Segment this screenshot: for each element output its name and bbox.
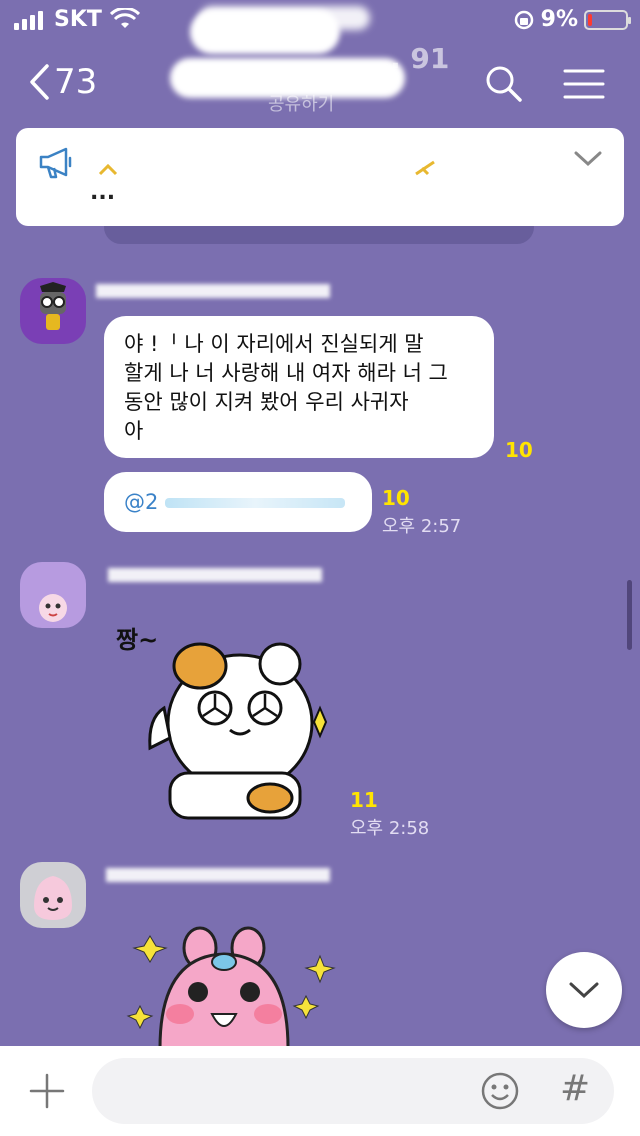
message-time: 오후 2:58 <box>350 818 430 839</box>
unread-count: 10 <box>505 438 533 462</box>
character-avatar-icon <box>34 876 72 920</box>
message-time: 오후 2:57 <box>382 516 462 537</box>
notice-text: ... <box>90 180 116 205</box>
chevron-down-icon[interactable] <box>574 150 602 168</box>
character-avatar-icon <box>40 282 66 330</box>
back-button[interactable]: 73 <box>28 62 97 102</box>
unread-chat-count: 73 <box>54 62 98 102</box>
message-line: 할게 나 너 사랑해 내 여자 해라 너 그 <box>124 361 448 385</box>
message-line: 아 <box>124 419 144 443</box>
notice-banner[interactable]: ... <box>16 128 624 226</box>
chevron-down-icon <box>569 982 599 999</box>
search-icon[interactable] <box>484 64 524 104</box>
lock-rotation-icon <box>514 10 533 29</box>
battery-percent: 9% <box>540 7 578 32</box>
signal-icon <box>14 10 43 30</box>
avatar[interactable] <box>20 278 86 344</box>
mention-bubble[interactable]: @2 <box>104 472 372 532</box>
mention-text: @2 <box>124 490 159 514</box>
status-right: 9% <box>513 7 631 32</box>
hash-icon[interactable]: # <box>560 1068 590 1109</box>
notice-emoji-right <box>415 160 435 176</box>
wifi-icon <box>110 8 140 28</box>
emoji-icon[interactable] <box>480 1071 520 1111</box>
message-line: 동안 많이 지켜 봤어 우리 사귀자 <box>124 390 409 414</box>
battery-icon <box>584 9 631 30</box>
unread-count: 10 <box>382 486 410 510</box>
plus-icon[interactable] <box>28 1072 66 1110</box>
message-bubble[interactable]: 야 !ᅵ 나 이 자리에서 진실되게 말 할게 나 너 사랑해 내 여자 해라 … <box>104 316 494 458</box>
back-chevron-icon <box>30 64 49 100</box>
chat-subtitle[interactable]: 공유하기 <box>268 90 334 116</box>
megaphone-icon <box>39 147 72 179</box>
mention-redacted <box>165 498 346 508</box>
chat-title: . 91 <box>390 42 450 75</box>
menu-icon[interactable] <box>563 68 605 100</box>
sticker-cat[interactable] <box>130 628 340 828</box>
scrollbar[interactable] <box>627 580 632 650</box>
message-line: 야 !ᅵ 나 이 자리에서 진실되게 말 <box>124 332 424 356</box>
sender-name-redacted <box>106 868 330 882</box>
notice-emoji-left <box>98 164 118 176</box>
message-input[interactable]: # <box>92 1058 614 1124</box>
avatar[interactable] <box>20 562 86 628</box>
carrier-label: SKT <box>54 7 102 32</box>
chat-title-redacted-top <box>190 10 340 54</box>
sticker-pink-bunny[interactable] <box>110 926 340 1048</box>
avatar[interactable] <box>20 862 86 928</box>
sender-name-redacted <box>96 284 330 298</box>
character-avatar-icon <box>39 594 67 622</box>
sender-name-redacted <box>108 568 322 582</box>
scroll-to-bottom-button[interactable] <box>546 952 622 1028</box>
message-composer: # <box>0 1046 640 1136</box>
unread-count: 11 <box>350 788 378 812</box>
